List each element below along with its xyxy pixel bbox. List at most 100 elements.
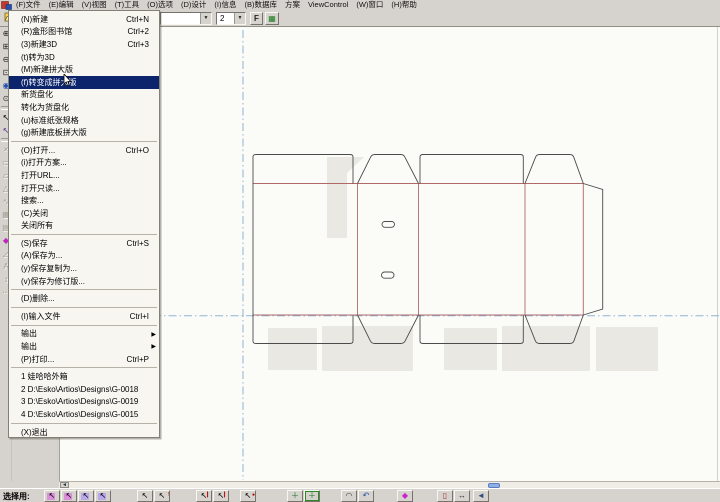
menubar-item[interactable]: ViewControl [304,0,352,10]
menubar-item[interactable]: (V)视图 [78,0,111,10]
menubar: (F)文件(E)编辑(V)视图(T)工具(O)选项(D)设计(I)信息(B)数据… [0,0,720,10]
menu-item[interactable]: 3 D:\Esko\Artios\Designs\G-0019 [9,396,159,409]
menu-item-label: 新货盘化 [21,89,53,100]
menu-item[interactable]: (S)保存 Ctrl+S [9,237,159,250]
selection-toolbar-label: 选择用: [3,491,30,502]
menu-item[interactable]: (v)保存为修订版... [9,275,159,288]
menu-item[interactable]: (D)删除... [9,292,159,305]
add-plus-button[interactable]: ＋ [287,490,303,502]
menubar-item[interactable]: (E)编辑 [45,0,78,10]
canvas-edge [717,27,718,481]
horizontal-scrollbar[interactable]: ◄ [59,481,720,488]
layer-filter-button[interactable]: F [250,12,263,25]
menu-item[interactable]: (X)退出 [9,426,159,438]
box-tool-icon: ▯ [443,491,447,500]
menubar-item[interactable]: (I)信息 [210,0,240,10]
menubar-item[interactable]: (H)帮助 [387,0,420,10]
select-alert-button[interactable]: ↖! [154,490,170,502]
fill-tool-button[interactable]: ◆ [397,490,413,502]
menubar-item[interactable]: (O)选项 [143,0,177,10]
menubar-item[interactable]: (B)数据库 [241,0,282,10]
menu-item[interactable]: (M)新建拼大版 [9,63,159,76]
scale-combo-value: 2 [217,13,234,24]
box-tool-button[interactable]: ▯ [437,490,453,502]
menu-item[interactable]: 搜索... [9,194,159,207]
select-single-button[interactable]: ↖ [137,490,153,502]
view-mode-button[interactable]: ▦ [265,12,279,25]
menu-item-label: (N)新建 [21,14,48,25]
menu-item[interactable]: 打开只读... [9,182,159,195]
selection-button-group: ▯↔ [437,490,471,502]
menu-item-label: 打开只读... [21,183,60,194]
menu-item-label: (t)转为3D [21,52,55,63]
menu-item[interactable]: (I)输入文件Ctrl+I [9,310,159,323]
stretch-button[interactable]: ↔ [454,490,470,502]
menu-item-shortcut: Ctrl+3 [127,40,155,49]
menu-item[interactable]: (3)新建3DCtrl+3 [9,38,159,51]
menubar-item[interactable]: (W)窗口 [352,0,387,10]
selection-button-group: ↖↖! [137,490,171,502]
fill-tool-icon: ◆ [402,491,408,500]
menu-item-shortcut: Ctrl+I [130,312,155,321]
menu-item[interactable]: 输出▶ [9,340,159,353]
menu-item-shortcut: Ctrl+S [127,239,155,248]
menu-separator [11,234,157,235]
menu-item[interactable]: (i)打开方案... [9,157,159,170]
undo-button[interactable]: ↶ [358,490,374,502]
select-touch-button[interactable]: ↖ [78,490,94,502]
menubar-item[interactable]: (T)工具 [111,0,144,10]
menu-item[interactable]: (P)打印...Ctrl+P [9,353,159,366]
select-inside-add-icon: ↖ [66,491,73,500]
menu-item-label: (O)打开... [21,145,55,156]
menu-item[interactable]: (g)新建底板拼大版 [9,126,159,139]
menu-item-label: (D)删除... [21,293,55,304]
chevron-down-icon[interactable]: ▼ [200,13,211,24]
menu-item-label: (S)保存 [21,238,48,249]
menu-item-label: (X)退出 [21,427,48,438]
menu-item-label: (g)新建底板拼大版 [21,127,87,138]
scrollbar-thumb[interactable] [488,483,500,488]
scale-combo[interactable]: 2 ▼ [216,12,246,25]
menu-item-label: (i)打开方案... [21,157,67,168]
menu-item[interactable]: 输出▶ [9,328,159,341]
menu-item[interactable]: (R)盒形图书馆Ctrl+2 [9,26,159,39]
select-next-button[interactable]: ↖▎ [213,490,229,502]
zoom-combo[interactable]: ▼ [160,12,212,25]
menu-item[interactable]: 1 娃哈哈外箱 [9,370,159,383]
menu-item[interactable]: 新货盘化 [9,89,159,102]
select-touch-add-icon: ↖ [100,491,107,500]
collapse-button[interactable]: ◄ [473,490,489,502]
menu-item[interactable]: (t)转为3D [9,51,159,64]
select-touch-add-button[interactable]: ↖ [95,490,111,502]
menu-item[interactable]: 4 D:\Esko\Artios\Designs\G-0015 [9,408,159,421]
mouse-cursor [63,74,72,92]
arc-tool-icon: ◠ [346,491,353,500]
menu-item-label: 转化为货盘化 [21,102,69,113]
menu-item[interactable]: 打开URL... [9,169,159,182]
menu-item[interactable]: (y)保存复制为... [9,262,159,275]
select-group-button[interactable]: ↖● [240,490,256,502]
menu-item[interactable]: (f)转变成拼大版 [9,76,159,89]
select-inside-add-button[interactable]: ↖ [61,490,77,502]
menu-item[interactable]: (C)关闭 [9,207,159,220]
menu-item[interactable]: (O)打开...Ctrl+O [9,144,159,157]
menu-item[interactable]: 转化为货盘化 [9,101,159,114]
select-prev-button[interactable]: ↖▎ [196,490,212,502]
add-plus-outline-button[interactable]: ＋ [304,490,320,502]
arc-tool-button[interactable]: ◠ [341,490,357,502]
menubar-item[interactable]: 方案 [281,0,304,10]
add-plus-outline-icon: ＋ [308,491,316,500]
menubar-item[interactable]: (D)设计 [177,0,210,10]
select-alert-icon: ↖ [159,491,166,500]
menu-item[interactable]: (A)保存为... [9,250,159,263]
menu-item[interactable]: 2 D:\Esko\Artios\Designs\G-0018 [9,383,159,396]
menu-item-label: (u)标准纸张规格 [21,115,79,126]
menu-item[interactable]: 关闭所有 [9,220,159,233]
select-group-icon: ↖ [245,491,252,500]
submenu-arrow-icon: ▶ [151,343,156,350]
menu-separator [11,307,157,308]
select-inside-button[interactable]: ↖ [44,490,60,502]
chevron-down-icon[interactable]: ▼ [234,13,245,24]
menu-item[interactable]: (u)标准纸张规格 [9,114,159,127]
menu-item[interactable]: (N)新建Ctrl+N [9,13,159,26]
